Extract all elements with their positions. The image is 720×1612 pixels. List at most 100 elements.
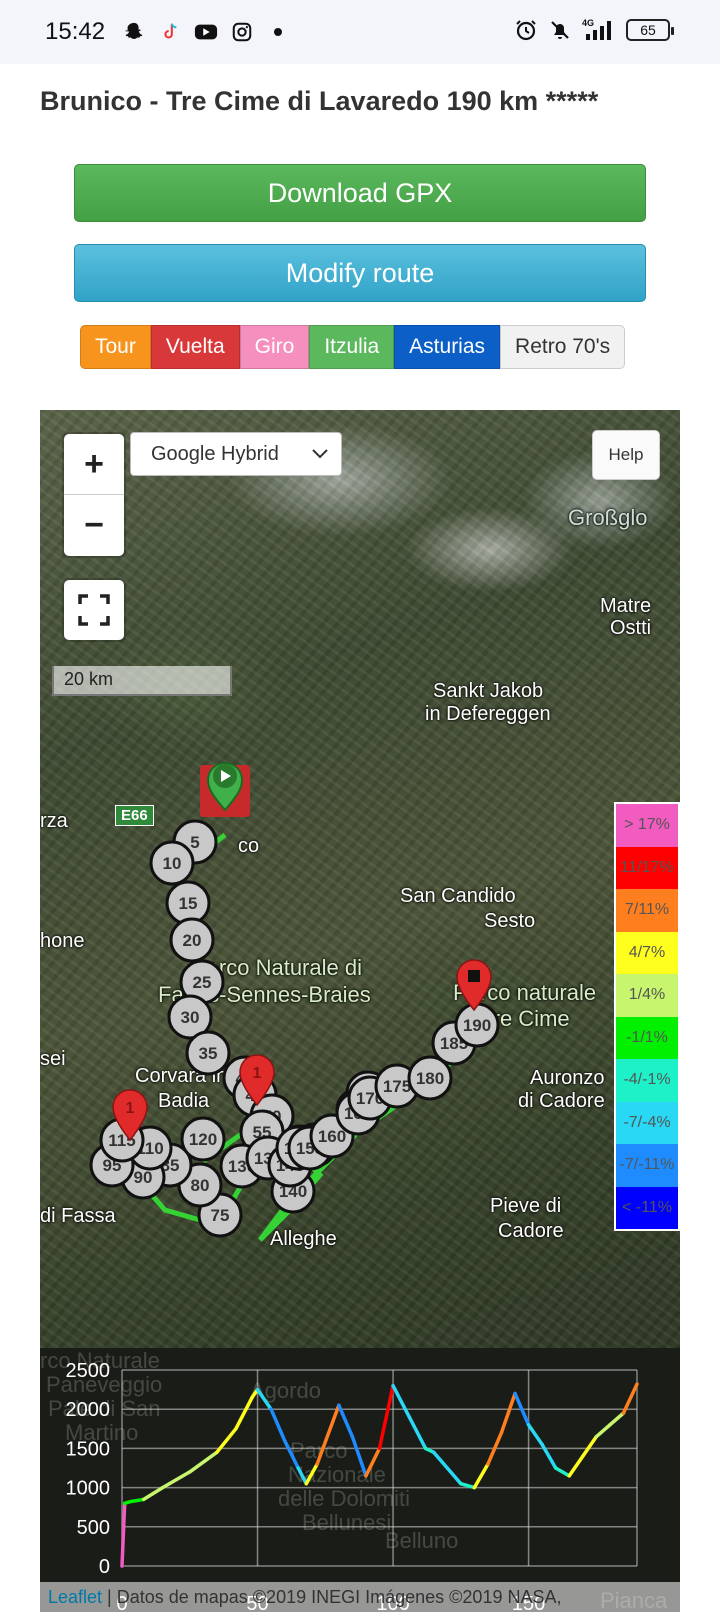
elevation-segment	[407, 1415, 428, 1451]
legend-item: > 17%	[616, 804, 678, 847]
elevation-bg-label: Bellunesi	[302, 1510, 391, 1535]
youtube-icon	[194, 20, 218, 44]
dot-icon	[266, 20, 290, 44]
km-marker-label: 5	[190, 833, 199, 852]
km-marker-label: 35	[199, 1044, 218, 1063]
elevation-segment	[472, 1462, 490, 1490]
elevation-bg-label: Agordo	[250, 1378, 321, 1403]
km-marker-label: 20	[183, 931, 202, 950]
elevation-segment	[581, 1434, 599, 1458]
km-marker-label: 180	[416, 1069, 444, 1088]
km-marker-label: 160	[318, 1127, 346, 1146]
km-marker-label: 120	[189, 1130, 217, 1149]
elevation-segment	[499, 1391, 517, 1435]
fullscreen-button[interactable]	[64, 580, 124, 640]
y-tick-label: 2500	[66, 1360, 111, 1382]
elevation-segment	[234, 1395, 254, 1431]
km-marker-label: 175	[383, 1077, 411, 1096]
y-tick-label: 500	[77, 1517, 110, 1539]
km-markers: 5101520253035404550556065707580859095110…	[89, 819, 500, 1238]
instagram-icon	[230, 20, 254, 44]
route-overlay: 5101520253035404550556065707580859095110…	[89, 762, 500, 1242]
theme-retro-button[interactable]: Retro 70's	[500, 325, 626, 369]
elevation-segment	[128, 1497, 146, 1504]
theme-vuelta-button[interactable]: Vuelta	[150, 325, 240, 369]
elevation-segment	[141, 1485, 165, 1502]
km-marker-label: 15	[179, 894, 198, 913]
leaflet-link[interactable]: Leaflet	[48, 1587, 102, 1607]
mute-icon	[548, 18, 572, 42]
color-theme-selector: Tour Vuelta Giro Itzulia Asturias Retro …	[80, 325, 626, 369]
download-gpx-button[interactable]: Download GPX	[74, 164, 646, 222]
y-tick-label: 1000	[66, 1478, 111, 1500]
svg-text:1: 1	[126, 1100, 135, 1117]
km-marker-label: 30	[181, 1008, 200, 1027]
help-button[interactable]: Help	[592, 430, 660, 480]
elevation-bg-label: Belluno	[385, 1528, 458, 1553]
km-marker-label: 25	[193, 973, 212, 992]
elevation-segment	[160, 1470, 192, 1490]
zoom-out-button[interactable]: −	[64, 495, 124, 556]
map-layer-select[interactable]: Google Hybrid	[130, 432, 342, 476]
elevation-segment	[553, 1466, 571, 1478]
map-attribution: Leaflet | Datos de mapas ©2019 INEGI Imá…	[40, 1582, 680, 1612]
y-tick-label: 1500	[66, 1438, 111, 1460]
svg-text:1: 1	[253, 1065, 262, 1082]
legend-item: -7/-11%	[616, 1144, 678, 1187]
snapchat-icon	[122, 20, 146, 44]
elevation-segment	[188, 1450, 219, 1474]
elevation-segment	[567, 1454, 585, 1478]
legend-item: < -11%	[616, 1186, 678, 1229]
elevation-segment	[526, 1423, 544, 1447]
elevation-bg-label: delle Dolomiti	[278, 1486, 410, 1511]
alarm-icon	[514, 18, 538, 42]
elevation-segment	[431, 1450, 450, 1470]
km-marker-label: 75	[211, 1206, 230, 1225]
layer-selected-value: Google Hybrid	[151, 442, 279, 465]
gradient-legend: > 17% 11/17% 7/11% 4/7% 1/4% -1/1% -4/-1% -7/-4…	[614, 802, 680, 1231]
elevation-segment	[594, 1423, 612, 1439]
elevation-segment	[377, 1383, 395, 1451]
status-time: 15:42	[45, 18, 106, 45]
attribution-text: | Datos de mapas ©2019 INEGI Imágenes ©2…	[102, 1587, 562, 1607]
km-marker-label: 80	[191, 1176, 210, 1195]
elevation-segment	[391, 1383, 412, 1419]
y-tick-label: 0	[99, 1556, 110, 1578]
elevation-segment	[337, 1403, 355, 1439]
elevation-segment	[269, 1407, 287, 1443]
modify-route-button[interactable]: Modify route	[74, 244, 646, 302]
km-marker-label: 90	[134, 1168, 153, 1187]
km-marker-label: 10	[163, 854, 182, 873]
legend-item: -4/-1%	[616, 1059, 678, 1102]
theme-asturias-button[interactable]: Asturias	[394, 325, 501, 369]
elevation-chart: rco NaturalePaneveggioPale di SanMartino…	[40, 1348, 668, 1612]
legend-item: 7/11%	[616, 889, 678, 932]
page-title: Brunico - Tre Cime di Lavaredo 190 km **…	[40, 86, 599, 116]
theme-itzulia-button[interactable]: Itzulia	[309, 325, 395, 369]
theme-tour-button[interactable]: Tour	[80, 325, 151, 369]
notification-icons	[122, 20, 290, 44]
zoom-in-button[interactable]: +	[64, 434, 124, 495]
status-bar: 15:42 4G 65	[0, 0, 720, 64]
chevron-down-icon	[311, 445, 329, 466]
km-marker-label: 190	[463, 1016, 491, 1035]
theme-giro-button[interactable]: Giro	[239, 325, 310, 369]
fullscreen-icon	[78, 594, 110, 626]
legend-item: -7/-4%	[616, 1101, 678, 1144]
route-map[interactable]: Großglo Matre Ostti Sankt Jakob in Defer…	[40, 410, 680, 1348]
legend-item: 11/17%	[616, 846, 678, 889]
legend-item: 4/7%	[616, 931, 678, 974]
battery-icon: 65	[626, 19, 674, 41]
tiktok-icon	[158, 20, 182, 44]
finish-marker-icon[interactable]	[456, 959, 492, 1012]
scale-bar: 20 km	[52, 666, 232, 696]
elevation-segment	[608, 1411, 626, 1427]
y-tick-label: 2000	[66, 1399, 111, 1421]
zoom-control: + −	[64, 434, 124, 556]
legend-item: 1/4%	[616, 974, 678, 1017]
battery-level: 65	[640, 22, 656, 38]
start-marker-icon[interactable]	[200, 762, 250, 817]
network-type: 4G	[582, 18, 594, 28]
system-icons: 4G 65	[514, 18, 674, 42]
elevation-profile: rco Naturale Paneveggio Pale di San Martino…	[40, 1348, 680, 1612]
